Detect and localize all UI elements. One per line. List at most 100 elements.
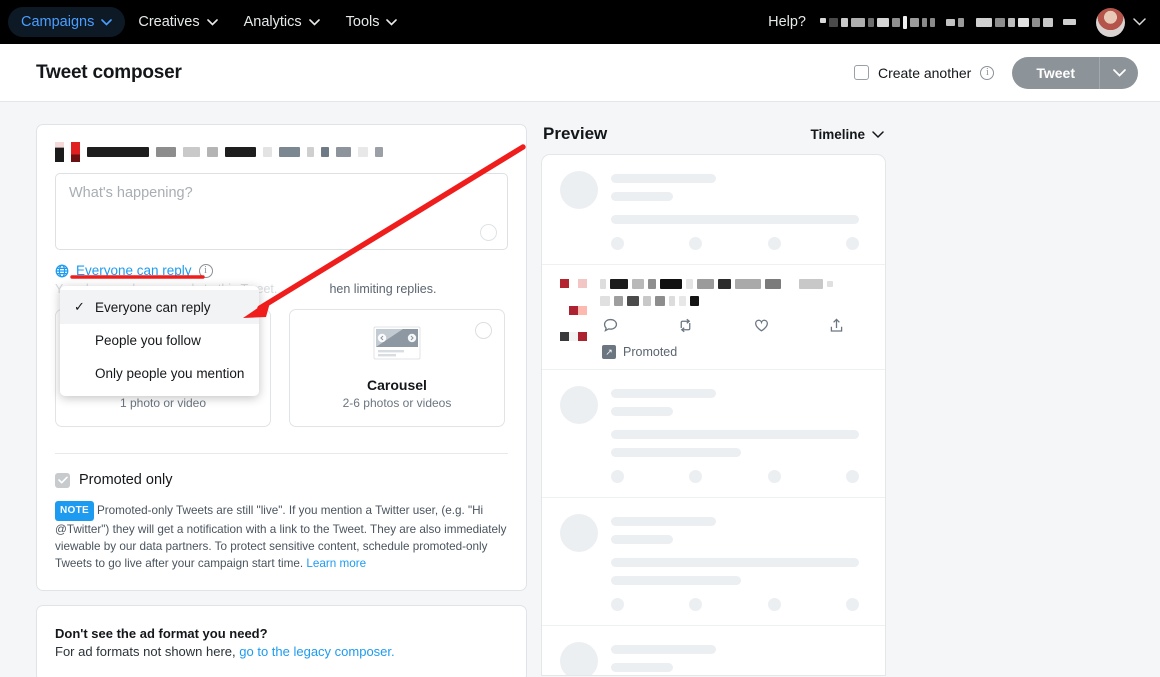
skeleton-tweet-row: [542, 370, 885, 498]
nav-item-analytics[interactable]: Analytics: [231, 7, 333, 37]
preview-header: Preview Timeline: [541, 124, 886, 144]
note-badge: NOTE: [55, 501, 94, 521]
top-navigation-bar: Campaigns Creatives Analytics Tools Help…: [0, 0, 1160, 44]
preview-placement-select[interactable]: Timeline: [810, 127, 884, 142]
skeleton-avatar: [560, 386, 598, 424]
radio-unselected-icon[interactable]: [475, 322, 492, 339]
skeleton-avatar: [560, 642, 598, 675]
skeleton-avatar: [560, 514, 598, 552]
promoted-only-checkbox[interactable]: Promoted only: [55, 472, 508, 488]
promoted-arrow-icon: ↗: [602, 345, 616, 359]
legacy-composer-card: Don't see the ad format you need? For ad…: [36, 605, 527, 677]
format-subtitle: 1 photo or video: [119, 396, 207, 410]
like-icon[interactable]: [753, 317, 770, 339]
chevron-down-icon: [101, 18, 113, 26]
nav-item-campaigns[interactable]: Campaigns: [8, 7, 126, 37]
promoted-badge-label: Promoted: [623, 345, 678, 359]
info-icon[interactable]: i: [198, 263, 213, 278]
reply-option-label: People you follow: [95, 333, 201, 348]
promoted-only-note: NOTE Promoted-only Tweets are still "live…: [55, 501, 508, 572]
avatar: [1096, 7, 1125, 37]
tweet-button-dropdown[interactable]: [1100, 56, 1138, 89]
composer-column: What's happening? Everyone can reply i Y…: [36, 124, 527, 677]
tweet-action-bar: [600, 313, 867, 345]
format-subtitle: 2-6 photos or videos: [342, 396, 452, 410]
account-row: [55, 141, 508, 163]
page-header-actions: Create another i Tweet: [853, 56, 1138, 89]
share-icon[interactable]: [828, 317, 845, 339]
account-name-redacted: [820, 15, 1076, 30]
chevron-down-icon: [308, 18, 320, 26]
checkbox-checked-icon: [55, 472, 70, 488]
legacy-text-lead: For ad formats not shown here,: [55, 644, 240, 659]
nav-item-label: Tools: [345, 14, 380, 30]
reply-settings-hint-tail: hen limiting replies.: [329, 282, 437, 296]
reply-settings-link[interactable]: Everyone can reply: [76, 263, 192, 278]
preview-column: Preview Timeline ↗ Promoted: [541, 124, 886, 677]
chevron-down-icon: [872, 127, 884, 142]
skeleton-tweet-row: [542, 626, 885, 675]
app-root: Campaigns Creatives Analytics Tools Help…: [0, 0, 1160, 677]
checkbox-box: [853, 65, 869, 80]
section-divider: [55, 453, 508, 454]
legacy-card-title: Don't see the ad format you need?: [55, 626, 268, 641]
format-title: Carousel: [367, 377, 427, 393]
account-menu[interactable]: [1096, 7, 1146, 37]
info-icon[interactable]: i: [980, 65, 995, 80]
reply-option-everyone[interactable]: ✓ Everyone can reply: [60, 290, 259, 324]
skeleton-body: [611, 171, 867, 250]
chevron-down-icon: [386, 18, 398, 26]
skeleton-tweet-row: [542, 155, 885, 265]
reply-icon[interactable]: [602, 317, 619, 339]
account-logo-redacted: [55, 142, 64, 162]
reply-option-people-you-follow[interactable]: People you follow: [60, 324, 259, 357]
format-card-carousel[interactable]: Carousel 2-6 photos or videos: [289, 309, 505, 427]
tweet-text-placeholder: What's happening?: [69, 185, 193, 201]
skeleton-action-dots: [611, 237, 867, 250]
legacy-composer-link[interactable]: go to the legacy composer.: [239, 644, 394, 659]
page-header: Tweet composer Create another i Tweet: [0, 44, 1160, 102]
carousel-icon: [373, 326, 421, 365]
chevron-down-icon: [1112, 64, 1126, 82]
nav-item-label: Analytics: [243, 14, 302, 30]
promoted-only-note-text: Promoted-only Tweets are still "live". I…: [55, 504, 507, 570]
skeleton-avatar: [560, 171, 598, 209]
skeleton-action-dots: [611, 598, 867, 611]
check-icon: ✓: [74, 299, 85, 314]
chevron-down-icon: [206, 18, 218, 26]
skeleton-body: [611, 386, 867, 483]
reply-option-only-mention[interactable]: Only people you mention: [60, 357, 259, 390]
globe-icon: [55, 264, 69, 278]
nav-item-creatives[interactable]: Creatives: [125, 7, 230, 37]
tweet-content: ↗ Promoted: [600, 279, 867, 359]
reply-settings-row: Everyone can reply i: [55, 263, 508, 278]
reply-option-label: Only people you mention: [95, 366, 245, 381]
help-link[interactable]: Help?: [768, 14, 806, 30]
promoted-badge: ↗ Promoted: [600, 345, 867, 359]
circle-progress-icon: [480, 224, 497, 241]
learn-more-link[interactable]: Learn more: [306, 557, 366, 570]
tweet-text-field[interactable]: What's happening?: [55, 173, 508, 250]
account-logo-redacted-2: [71, 142, 80, 162]
skeleton-tweet-row: [542, 498, 885, 626]
tweet-avatar-redacted: [560, 279, 588, 359]
skeleton-action-dots: [611, 470, 867, 483]
retweet-icon[interactable]: [677, 317, 694, 339]
create-another-checkbox[interactable]: Create another i: [853, 64, 995, 81]
tweet-button-group: Tweet: [1012, 56, 1138, 89]
chevron-down-icon: [1133, 13, 1146, 31]
preview-title: Preview: [543, 124, 608, 143]
preview-panel: ↗ Promoted: [541, 154, 886, 676]
skeleton-body: [611, 642, 867, 675]
create-another-label: Create another: [877, 64, 972, 81]
top-nav-right-group: Help?: [768, 7, 1146, 37]
preview-tweet-card: ↗ Promoted: [542, 265, 885, 370]
tweet-button[interactable]: Tweet: [1012, 56, 1100, 89]
preview-placement-label: Timeline: [810, 126, 865, 142]
legacy-card-text: For ad formats not shown here, go to the…: [55, 644, 508, 659]
page-title: Tweet composer: [36, 61, 182, 83]
tweet-author-redacted: [600, 279, 867, 289]
nav-item-tools[interactable]: Tools: [333, 7, 411, 37]
reply-option-label: Everyone can reply: [95, 299, 211, 315]
skeleton-body: [611, 514, 867, 611]
